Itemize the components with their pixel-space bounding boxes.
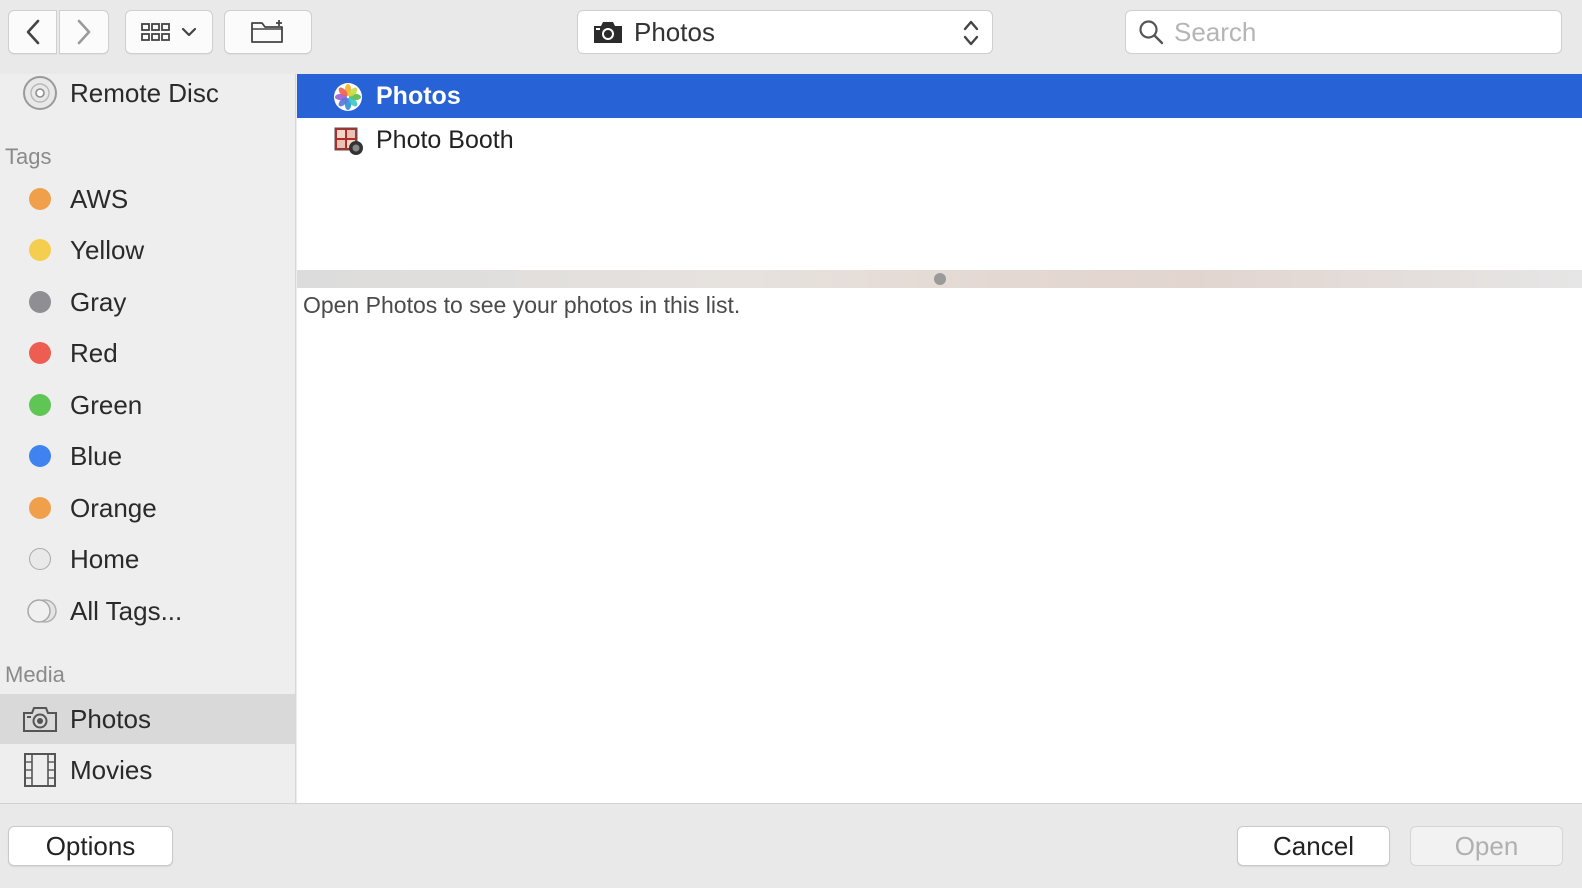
tag-color-dot [29, 291, 51, 313]
camera-icon [23, 707, 57, 732]
all-tags-icon [27, 599, 57, 623]
sidebar-item-all-tags[interactable]: All Tags... [0, 586, 295, 636]
location-popup[interactable]: Photos [577, 10, 993, 54]
view-options-button[interactable] [125, 10, 213, 54]
file-row-label: Photos [376, 81, 461, 110]
search-field[interactable] [1125, 10, 1562, 54]
sidebar-item-tag-yellow[interactable]: Yellow [0, 225, 295, 275]
chevron-left-icon [26, 19, 39, 45]
sidebar-item-tag-green[interactable]: Green [0, 380, 295, 430]
file-row-photo-booth[interactable]: Photo Booth [297, 118, 1582, 162]
icon-view-grid-icon [141, 23, 170, 41]
open-button[interactable]: Open [1410, 826, 1563, 866]
sidebar-item-tag-home[interactable]: Home [0, 534, 295, 584]
new-folder-button[interactable] [224, 10, 312, 54]
tag-color-dot [29, 342, 51, 364]
location-label: Photos [634, 16, 715, 47]
tag-color-dot [29, 445, 51, 467]
sidebar-item-remote-disc[interactable]: Remote Disc [0, 74, 295, 118]
sidebar: Remote Disc Tags AWS Yellow Gray Red Gre… [0, 74, 296, 803]
sidebar-item-movies[interactable]: Movies [0, 745, 295, 795]
tag-color-dot [29, 548, 51, 570]
tag-color-dot [29, 188, 51, 210]
sidebar-item-tag-gray[interactable]: Gray [0, 277, 295, 327]
forward-button[interactable] [59, 10, 109, 54]
empty-library-message: Open Photos to see your photos in this l… [303, 292, 741, 318]
file-row-photos[interactable]: Photos [297, 74, 1582, 118]
tags-header: Tags [5, 144, 52, 169]
file-row-label: Photo Booth [376, 125, 514, 154]
options-button[interactable]: Options [8, 826, 173, 866]
sidebar-item-photos[interactable]: Photos [0, 694, 295, 744]
media-header: Media [5, 662, 65, 687]
cancel-button[interactable]: Cancel [1237, 826, 1390, 866]
updown-arrows-icon [963, 20, 979, 46]
film-icon [24, 753, 56, 787]
sidebar-item-tag-aws[interactable]: AWS [0, 174, 295, 224]
tag-color-dot [29, 394, 51, 416]
sidebar-item-tag-blue[interactable]: Blue [0, 431, 295, 481]
camera-icon [594, 22, 622, 43]
preview-pane: Open Photos to see your photos in this l… [297, 288, 1582, 803]
photo-booth-icon [334, 127, 363, 155]
back-button[interactable] [8, 10, 57, 54]
chevron-down-icon [181, 27, 197, 37]
chevron-right-icon [77, 19, 91, 45]
dialog-footer: Options Cancel Open [0, 803, 1582, 888]
new-folder-icon [251, 20, 283, 43]
file-list: Photos Photo Booth [297, 74, 1582, 270]
photos-app-icon [334, 83, 362, 111]
tag-color-dot [29, 239, 51, 261]
disc-icon [23, 76, 57, 110]
divider-handle[interactable] [934, 273, 946, 285]
search-icon [1139, 20, 1164, 45]
search-input[interactable] [1174, 16, 1554, 48]
sidebar-item-tag-red[interactable]: Red [0, 328, 295, 378]
sidebar-item-tag-orange[interactable]: Orange [0, 483, 295, 533]
toolbar: Photos [0, 0, 1582, 74]
tag-color-dot [29, 497, 51, 519]
